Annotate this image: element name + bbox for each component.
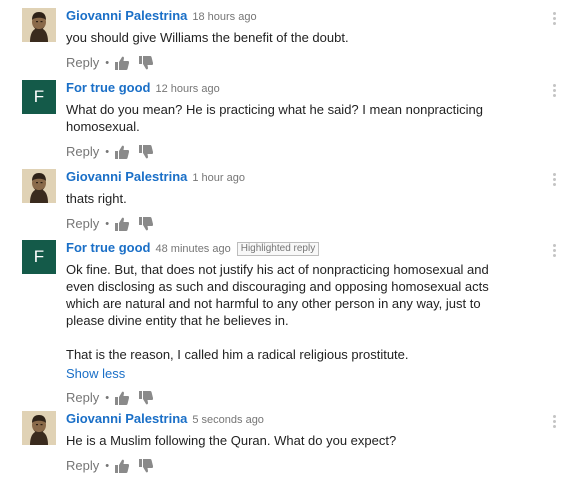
comment-header: For true good 48 minutes ago Highlighted r…	[66, 240, 506, 256]
comment-header: Giovanni Palestrina 18 hours ago	[66, 8, 506, 24]
separator: •	[105, 146, 110, 158]
timestamp[interactable]: 48 minutes ago	[156, 243, 231, 255]
more-options-icon[interactable]	[551, 415, 557, 429]
comment-body: Giovanni Palestrina 5 seconds ago He is a…	[66, 411, 506, 475]
thumbs-down-icon[interactable]	[139, 217, 154, 231]
separator: •	[105, 460, 110, 472]
timestamp[interactable]: 5 seconds ago	[192, 414, 264, 426]
comment-body: For true good 48 minutes ago Highlighted r…	[66, 240, 506, 407]
separator: •	[105, 57, 110, 69]
more-options-icon[interactable]	[551, 173, 557, 187]
author-name[interactable]: Giovanni Palestrina	[66, 8, 187, 23]
timestamp[interactable]: 12 hours ago	[156, 83, 220, 95]
avatar[interactable]: F	[22, 240, 56, 274]
comment-actions: Reply •	[66, 215, 506, 233]
thumbs-down-icon[interactable]	[139, 459, 154, 473]
thumbs-down-icon[interactable]	[139, 391, 154, 405]
separator: •	[105, 218, 110, 230]
avatar[interactable]	[22, 169, 56, 203]
author-name[interactable]: Giovanni Palestrina	[66, 169, 187, 184]
thumbs-up-icon[interactable]	[115, 56, 130, 70]
reply-button[interactable]: Reply	[66, 54, 99, 72]
avatar[interactable]: F	[22, 80, 56, 114]
avatar[interactable]	[22, 8, 56, 42]
separator: •	[105, 392, 110, 404]
more-options-icon[interactable]	[551, 12, 557, 26]
comment-body: Giovanni Palestrina 18 hours ago you shou…	[66, 8, 506, 72]
comment-text: What do you mean? He is practicing what …	[66, 102, 487, 134]
comment-text: you should give Williams the benefit of …	[66, 30, 349, 45]
comment-header: Giovanni Palestrina 5 seconds ago	[66, 411, 506, 427]
comment-body: Giovanni Palestrina 1 hour ago thats righ…	[66, 169, 506, 233]
comment-text: thats right.	[66, 191, 127, 206]
comment-text: He is a Muslim following the Quran. What…	[66, 433, 397, 448]
author-name[interactable]: For true good	[66, 240, 151, 255]
timestamp[interactable]: 18 hours ago	[192, 11, 256, 23]
thumbs-up-icon[interactable]	[115, 391, 130, 405]
comment-actions: Reply •	[66, 54, 506, 72]
show-less-link[interactable]: Show less	[66, 365, 125, 382]
avatar-letter: F	[33, 247, 45, 266]
portrait-icon	[22, 8, 56, 42]
comment-text-paragraph-2: That is the reason, I called him a radic…	[66, 347, 409, 362]
author-name[interactable]: Giovanni Palestrina	[66, 411, 187, 426]
thumbs-up-icon[interactable]	[115, 145, 130, 159]
author-name[interactable]: For true good	[66, 80, 151, 95]
comment-actions: Reply •	[66, 389, 506, 407]
more-options-icon[interactable]	[551, 244, 557, 258]
highlighted-reply-badge: Highlighted reply	[236, 242, 320, 256]
reply-button[interactable]: Reply	[66, 389, 99, 407]
comment-actions: Reply •	[66, 143, 506, 161]
reply-button[interactable]: Reply	[66, 215, 99, 233]
comment-text: Ok fine. But, that does not justify his …	[66, 262, 493, 328]
avatar[interactable]	[22, 411, 56, 445]
thumbs-down-icon[interactable]	[139, 145, 154, 159]
more-options-icon[interactable]	[551, 84, 557, 98]
thumbs-up-icon[interactable]	[115, 459, 130, 473]
reply-button[interactable]: Reply	[66, 457, 99, 475]
avatar-letter: F	[33, 87, 45, 106]
portrait-icon	[22, 169, 56, 203]
reply-button[interactable]: Reply	[66, 143, 99, 161]
comment-header: For true good 12 hours ago	[66, 80, 506, 96]
comment-body: For true good 12 hours ago What do you me…	[66, 80, 506, 161]
thumbs-down-icon[interactable]	[139, 56, 154, 70]
timestamp[interactable]: 1 hour ago	[192, 172, 245, 184]
portrait-icon	[22, 411, 56, 445]
thumbs-up-icon[interactable]	[115, 217, 130, 231]
comment-header: Giovanni Palestrina 1 hour ago	[66, 169, 506, 185]
comment-actions: Reply •	[66, 457, 506, 475]
